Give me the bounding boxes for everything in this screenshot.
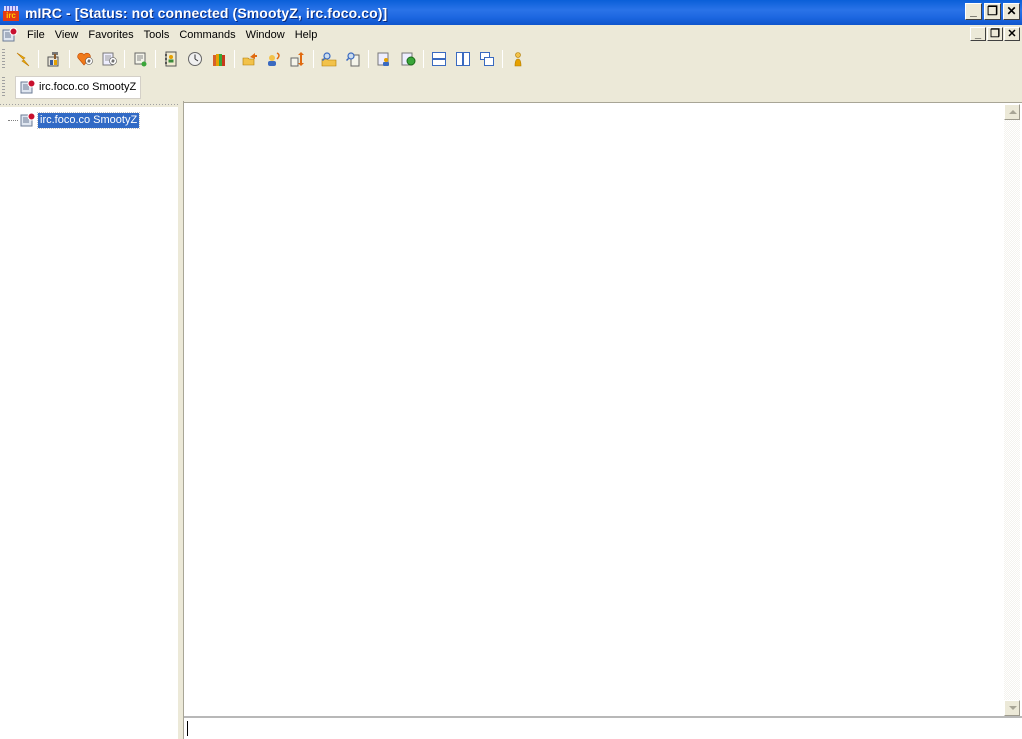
toolbar-separator [155, 50, 156, 68]
status-window-icon[interactable] [2, 27, 18, 43]
scripts-editor-button[interactable] [129, 48, 151, 70]
toolbar-separator [368, 50, 369, 68]
timer-button[interactable] [184, 48, 206, 70]
vertical-scrollbar[interactable] [1004, 104, 1020, 716]
connect-button[interactable] [12, 48, 34, 70]
send-file-button[interactable] [239, 48, 261, 70]
menu-help[interactable]: Help [290, 26, 323, 44]
switchbar: irc.foco.co SmootyZ [0, 73, 1022, 101]
dcc-options-button[interactable] [287, 48, 309, 70]
toolbar-separator [313, 50, 314, 68]
arrow-down-icon [1009, 706, 1017, 710]
crayons-icon [213, 54, 225, 66]
scroll-up-button[interactable] [1004, 104, 1020, 120]
menu-favorites[interactable]: Favorites [83, 26, 138, 44]
status-window-icon [20, 79, 36, 94]
treebar-grip[interactable] [0, 101, 178, 107]
window-title: mIRC - [Status: not connected (SmootyZ, … [25, 4, 388, 21]
globe-list-icon [401, 52, 416, 66]
toolbar-separator [69, 50, 70, 68]
menu-bar: File View Favorites Tools Commands Windo… [0, 25, 1022, 45]
status-window-icon [20, 112, 36, 127]
url-catcher-button[interactable] [373, 48, 395, 70]
toolbar-separator [423, 50, 424, 68]
help-button[interactable] [507, 48, 529, 70]
switchbar-item-label: irc.foco.co SmootyZ [39, 81, 137, 93]
toolbar-separator [502, 50, 503, 68]
address-book-icon [165, 51, 177, 67]
user-list-icon [377, 52, 389, 66]
notify-button[interactable] [342, 48, 364, 70]
arrow-up-icon [1009, 110, 1017, 114]
menu-tools[interactable]: Tools [139, 26, 175, 44]
cascade-icon [480, 52, 494, 66]
menu-window[interactable]: Window [241, 26, 290, 44]
dcc-transfer-icon [290, 52, 304, 67]
script-scroll-icon [134, 52, 147, 67]
minimize-button[interactable]: _ [965, 3, 982, 20]
toolbar-separator [38, 50, 39, 68]
menu-view[interactable]: View [50, 26, 84, 44]
restore-button[interactable]: ❐ [984, 3, 1001, 20]
text-caret [187, 721, 188, 736]
menu-commands[interactable]: Commands [174, 26, 240, 44]
menu-file[interactable]: File [22, 26, 50, 44]
treebar: irc.foco.co SmootyZ [0, 101, 180, 739]
tile-horizontal-icon [432, 52, 446, 66]
toolbar: # # [0, 46, 1022, 72]
chat-button[interactable] [263, 48, 285, 70]
folder-send-icon [242, 53, 257, 66]
mdi-close-button[interactable]: ✕ [1004, 27, 1020, 41]
tree-item-label: irc.foco.co SmootyZ [36, 111, 141, 129]
scroll-down-button[interactable] [1004, 700, 1020, 716]
cascade-button[interactable] [476, 48, 498, 70]
lightning-icon [16, 52, 30, 67]
close-button[interactable]: ✕ [1003, 3, 1020, 20]
folder-search-icon [321, 52, 337, 67]
mdi-restore-button[interactable]: ❐ [987, 27, 1003, 41]
clock-icon [188, 52, 202, 66]
heart-channel-icon: # [77, 52, 93, 66]
options-button[interactable] [43, 48, 65, 70]
tile-vertical-button[interactable] [452, 48, 474, 70]
address-book-button[interactable] [160, 48, 182, 70]
channel-list-icon: # [102, 52, 117, 66]
command-input[interactable] [184, 716, 1022, 739]
title-bar[interactable]: irc mIRC - [Status: not connected (Smoot… [0, 0, 1022, 25]
document-search-icon [345, 52, 360, 67]
mdi-minimize-button[interactable]: _ [970, 27, 986, 41]
switchbar-grip[interactable] [2, 77, 5, 97]
status-window [184, 102, 1022, 716]
toolbar-separator [234, 50, 235, 68]
logs-button[interactable] [318, 48, 340, 70]
svg-text:#: # [111, 59, 115, 65]
tile-vertical-icon [456, 52, 470, 66]
online-timer-button[interactable] [397, 48, 419, 70]
svg-text:#: # [87, 59, 91, 65]
tile-horizontal-button[interactable] [428, 48, 450, 70]
toolbar-separator [124, 50, 125, 68]
favorites-button[interactable]: # [74, 48, 96, 70]
mirc-logo-icon[interactable]: irc [3, 5, 19, 21]
help-person-icon [514, 52, 522, 67]
switchbar-item-status[interactable]: irc.foco.co SmootyZ [15, 75, 142, 99]
toolbox-hammer-icon [47, 52, 59, 67]
channels-list-button[interactable]: # [98, 48, 120, 70]
tree-connector-line [8, 119, 18, 121]
colors-button[interactable] [208, 48, 230, 70]
users-chat-icon [268, 52, 280, 66]
tree-item-status[interactable]: irc.foco.co SmootyZ [8, 111, 141, 129]
toolbar-grip[interactable] [2, 49, 5, 69]
